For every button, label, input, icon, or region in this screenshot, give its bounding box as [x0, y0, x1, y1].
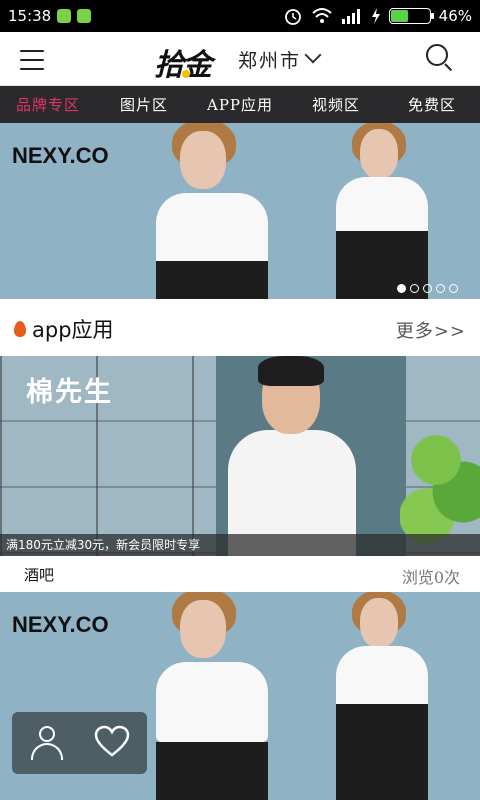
charging-icon	[371, 8, 380, 24]
tab-brand-zone[interactable]: 品牌专区	[0, 94, 96, 115]
app-logo: 拾金	[154, 48, 212, 83]
banner-brand-logo: NEXY.CO	[12, 143, 109, 168]
carousel-dot[interactable]	[397, 284, 406, 293]
notification-app-icon	[77, 9, 92, 23]
signal-icon	[341, 9, 360, 24]
status-right: 46%	[283, 6, 472, 26]
app-header: 拾金 郑州市	[0, 32, 480, 86]
model-hair	[258, 356, 324, 386]
flame-icon	[14, 321, 26, 337]
tab-app[interactable]: APP应用	[192, 94, 288, 115]
tab-pictures[interactable]: 图片区	[96, 94, 192, 115]
banner-model-left	[150, 123, 270, 299]
status-left: 15:38	[8, 7, 92, 25]
carousel-indicator	[397, 284, 458, 293]
tab-free[interactable]: 免费区	[384, 94, 480, 115]
more-link[interactable]: 更多>>	[396, 317, 466, 343]
banner-model-right	[332, 123, 432, 299]
city-selector[interactable]: 郑州市	[238, 46, 301, 73]
carousel-dot[interactable]	[410, 284, 419, 293]
status-bar: 15:38 46%	[0, 0, 480, 32]
plant-decoration	[400, 396, 480, 556]
carousel-dot[interactable]	[436, 284, 445, 293]
user-icon[interactable]	[30, 726, 64, 760]
notification-app-icon	[57, 9, 72, 23]
card2-brand-logo: NEXY.CO	[12, 612, 109, 637]
card2-model-right	[332, 592, 432, 800]
category-nav: 品牌专区 图片区 APP应用 视频区 免费区	[0, 86, 480, 123]
status-time: 15:38	[8, 7, 52, 25]
section-title: app应用	[32, 318, 114, 342]
logo-accent-dot	[182, 70, 190, 78]
card-brand-logo: 棉先生	[26, 377, 113, 408]
section-header-app: app应用 更多>>	[0, 299, 480, 356]
view-count: 浏览0次	[401, 568, 460, 587]
battery-icon	[388, 8, 434, 24]
tab-video[interactable]: 视频区	[288, 94, 384, 115]
floating-action-bar	[12, 712, 147, 774]
search-icon[interactable]	[426, 44, 454, 72]
wifi-icon	[311, 8, 332, 23]
battery-percent: 46%	[438, 7, 472, 25]
chevron-down-icon[interactable]	[304, 46, 322, 64]
card2-model-left	[150, 592, 270, 800]
card-meta-row[interactable]: 酒吧 浏览0次	[0, 556, 480, 592]
menu-icon[interactable]	[20, 50, 44, 70]
app-card-image[interactable]: 棉先生 满180元立减30元，新会员限时专享	[0, 356, 480, 556]
banner-carousel[interactable]: NEXY.CO	[0, 123, 480, 299]
carousel-dot[interactable]	[423, 284, 432, 293]
card-title: 酒吧	[24, 566, 55, 584]
alarm-icon	[284, 9, 301, 25]
battery-level	[390, 10, 409, 22]
promo-caption: 满180元立减30元，新会员限时专享	[0, 534, 480, 556]
heart-icon[interactable]	[94, 724, 130, 760]
carousel-dot[interactable]	[449, 284, 458, 293]
